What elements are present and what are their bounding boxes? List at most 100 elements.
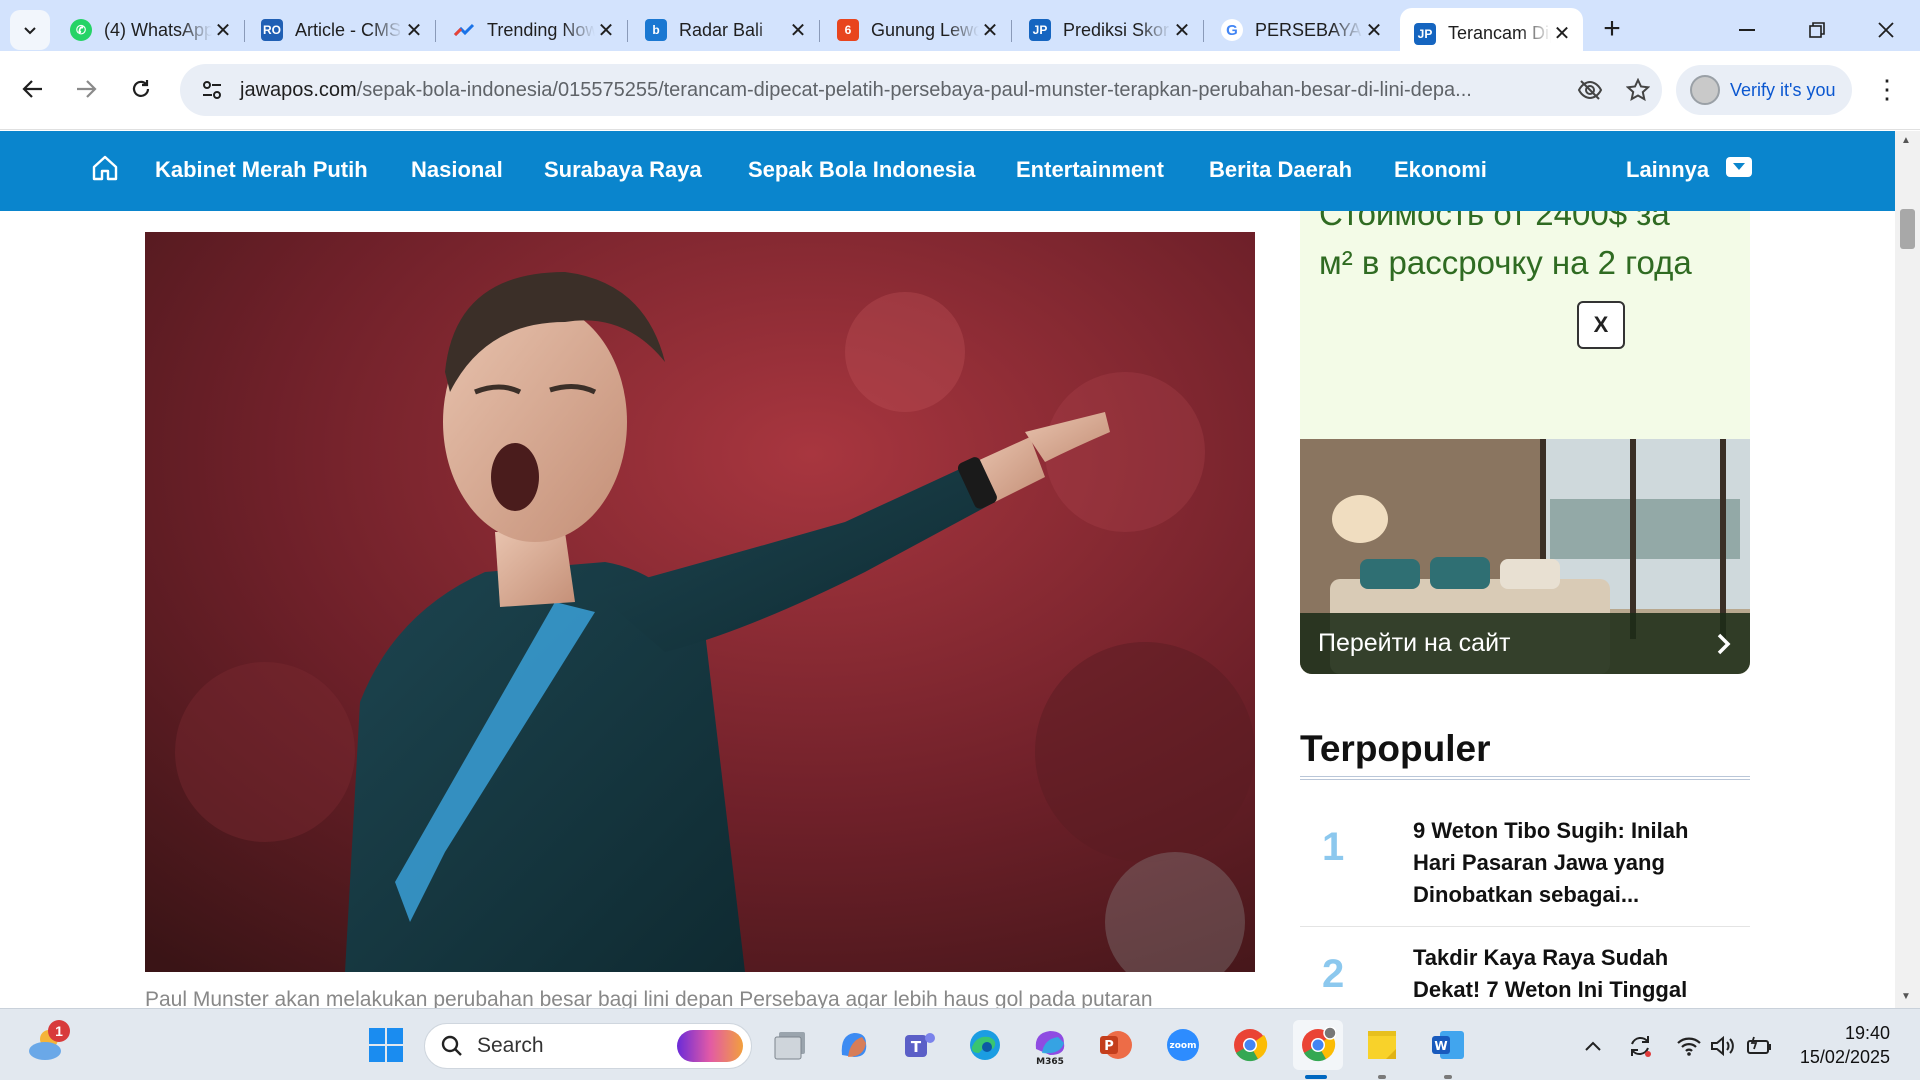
m365-icon[interactable]: M365: [1028, 1023, 1072, 1067]
bookmark-star-icon[interactable]: [1614, 78, 1662, 102]
tab-title: Radar Bali: [679, 19, 764, 40]
start-button[interactable]: [364, 1023, 408, 1067]
ad-cta-button[interactable]: Перейти на сайт: [1300, 613, 1750, 674]
profile-verify-button[interactable]: Verify it's you: [1676, 65, 1852, 115]
tab-whatsapp[interactable]: ✆ (4) WhatsApp ✕: [56, 8, 245, 52]
radarbali-icon: b: [645, 19, 667, 41]
forward-button[interactable]: [66, 69, 106, 109]
tab-prediksi[interactable]: JP Prediksi Skor ✕: [1015, 8, 1204, 52]
more-menu-icon[interactable]: ⋮: [1872, 69, 1902, 109]
url-text[interactable]: jawapos.com/sepak-bola-indonesia/0155752…: [234, 79, 1566, 102]
ro-icon: RO: [261, 19, 283, 41]
tab-search-button[interactable]: [10, 10, 50, 50]
minimize-button[interactable]: [1720, 10, 1774, 50]
close-icon[interactable]: ✕: [1551, 21, 1573, 46]
sticky-notes-icon[interactable]: [1360, 1023, 1404, 1067]
heading-divider: [1300, 776, 1750, 780]
sidebar-ad[interactable]: Стоимость от 2400$ за м² в рассрочку на …: [1300, 211, 1750, 674]
ppt-label: P: [1104, 1039, 1114, 1054]
back-button[interactable]: [13, 69, 53, 109]
chevron-up-icon[interactable]: [1578, 1031, 1608, 1061]
windows-taskbar: Search T M365 P zoom W 19:40 15/02/2025: [0, 1008, 1920, 1080]
arrow-left-icon: [22, 80, 42, 98]
scroll-up-arrow-icon[interactable]: ▲: [1901, 135, 1911, 146]
whatsapp-icon: ✆: [70, 19, 92, 41]
popular-rank: 1: [1322, 825, 1345, 869]
verify-label: Verify it's you: [1730, 79, 1836, 100]
close-icon[interactable]: ✕: [787, 18, 809, 43]
tab-gunung[interactable]: 6 Gunung Lewotobi ✕: [823, 8, 1012, 52]
teams-icon[interactable]: T: [897, 1023, 941, 1067]
close-icon: [1878, 22, 1894, 38]
copilot-icon[interactable]: [832, 1023, 876, 1067]
tab-article-cms[interactable]: RO Article - CMS ✕: [247, 8, 436, 52]
powerpoint-icon[interactable]: P: [1094, 1023, 1138, 1067]
battery-icon[interactable]: [1745, 1031, 1775, 1061]
tab-trending[interactable]: Trending Now ✕: [439, 8, 628, 52]
task-view-icon[interactable]: [768, 1023, 812, 1067]
close-icon[interactable]: ✕: [212, 18, 234, 43]
edge-icon[interactable]: [963, 1023, 1007, 1067]
address-bar[interactable]: jawapos.com/sepak-bola-indonesia/0155752…: [180, 64, 1662, 116]
system-clock[interactable]: 19:40 15/02/2025: [1790, 1021, 1890, 1069]
word-label: W: [1434, 1039, 1447, 1053]
scroll-thumb[interactable]: [1900, 209, 1915, 249]
tab-separator: [819, 20, 820, 42]
six-icon: 6: [837, 19, 859, 41]
tab-separator: [435, 20, 436, 42]
page-scrollbar[interactable]: ▲ ▼: [1895, 131, 1920, 1008]
close-icon[interactable]: ✕: [1171, 18, 1193, 43]
nav-nasional[interactable]: Nasional: [411, 157, 503, 183]
tab-radar-bali[interactable]: b Radar Bali ✕: [631, 8, 820, 52]
wifi-icon[interactable]: [1674, 1031, 1704, 1061]
jp-icon: JP: [1414, 22, 1436, 45]
ad-text-line: Стоимость от 2400$ за: [1319, 211, 1670, 232]
nav-lainnya[interactable]: Lainnya: [1626, 157, 1709, 183]
volume-icon[interactable]: [1708, 1031, 1738, 1061]
tab-title: Terancam Dipecat: [1448, 23, 1551, 43]
windows-logo-icon: [369, 1028, 403, 1062]
nav-kabinet-merah-putih[interactable]: Kabinet Merah Putih: [155, 157, 368, 183]
close-icon[interactable]: ✕: [595, 18, 617, 43]
eye-off-icon[interactable]: [1566, 79, 1614, 101]
tab-title: Prediksi Skor: [1063, 19, 1170, 40]
taskbar-search[interactable]: Search: [424, 1023, 752, 1069]
arrow-right-icon: [77, 80, 97, 98]
popular-title[interactable]: 9 Weton Tibo Sugih: Inilah Hari Pasaran …: [1413, 815, 1723, 911]
popular-rank: 2: [1322, 952, 1345, 996]
chrome-icon[interactable]: [1228, 1023, 1272, 1067]
restore-icon: [1809, 22, 1825, 38]
ad-close-button[interactable]: X: [1577, 301, 1625, 349]
close-icon[interactable]: ✕: [979, 18, 1001, 43]
popular-title[interactable]: Takdir Kaya Raya Sudah Dekat! 7 Weton In…: [1413, 942, 1723, 1006]
home-icon[interactable]: [90, 153, 120, 183]
chrome-profile-icon[interactable]: [1293, 1020, 1343, 1070]
word-icon[interactable]: W: [1426, 1023, 1470, 1067]
site-info-button[interactable]: [190, 79, 234, 101]
caret-down-icon[interactable]: [1726, 157, 1752, 177]
nav-berita-daerah[interactable]: Berita Daerah: [1209, 157, 1352, 183]
nav-surabaya-raya[interactable]: Surabaya Raya: [544, 157, 702, 183]
chevron-down-icon: [24, 27, 36, 35]
tab-separator: [1203, 20, 1204, 42]
close-icon[interactable]: ✕: [1363, 18, 1385, 43]
trending-icon: [453, 19, 475, 41]
nav-sepak-bola-indonesia[interactable]: Sepak Bola Indonesia: [748, 157, 975, 183]
reload-button[interactable]: [121, 69, 161, 109]
restore-button[interactable]: [1790, 10, 1844, 50]
running-indicator: [1444, 1075, 1452, 1079]
tab-title: Article - CMS: [295, 19, 402, 40]
chevron-right-icon: [1717, 633, 1731, 654]
close-icon[interactable]: ✕: [403, 18, 425, 43]
sync-icon[interactable]: [1625, 1031, 1655, 1061]
tab-persebaya[interactable]: G PERSEBAYA ✕: [1207, 8, 1395, 52]
zoom-icon[interactable]: zoom: [1161, 1023, 1205, 1067]
new-tab-button[interactable]: +: [1596, 14, 1628, 46]
nav-entertainment[interactable]: Entertainment: [1016, 157, 1164, 183]
close-window-button[interactable]: [1859, 10, 1913, 50]
ad-cta-label: Перейти на сайт: [1318, 629, 1511, 657]
scroll-down-arrow-icon[interactable]: ▼: [1901, 991, 1911, 1002]
clock-time: 19:40: [1844, 1023, 1890, 1043]
tab-title: Trending Now: [487, 19, 595, 40]
nav-ekonomi[interactable]: Ekonomi: [1394, 157, 1487, 183]
